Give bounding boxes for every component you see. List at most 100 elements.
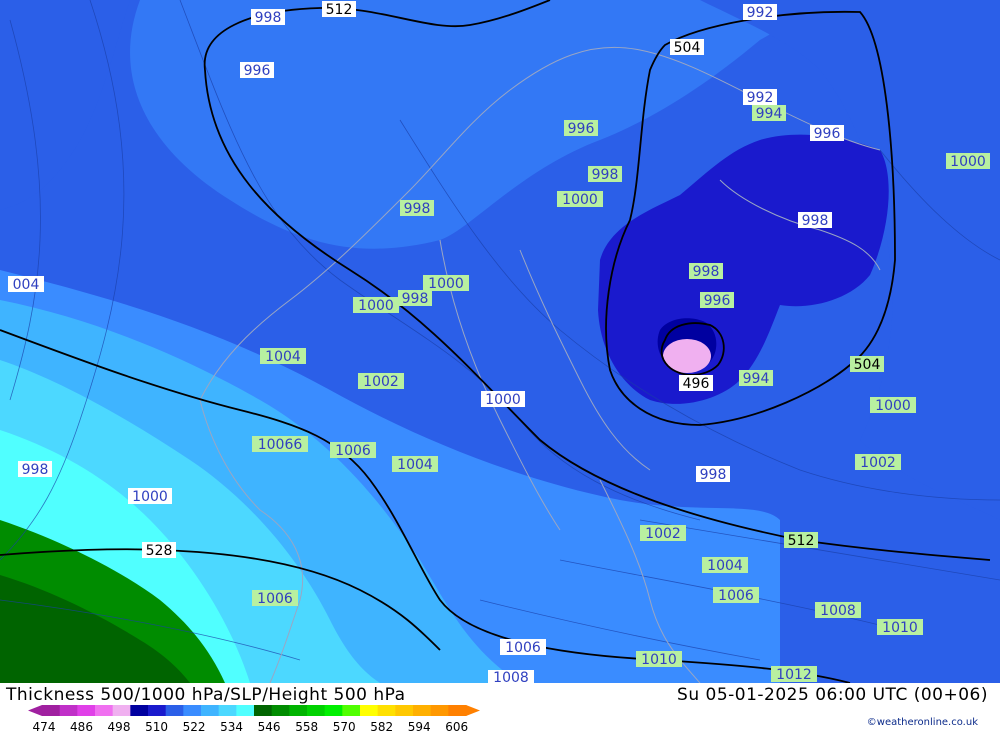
svg-text:996: 996: [568, 121, 595, 137]
legend-arrow-left: [28, 705, 42, 716]
map-footer: Thickness 500/1000 hPa/SLP/Height 500 hP…: [0, 683, 1000, 733]
svg-text:1000: 1000: [132, 489, 168, 505]
svg-text:992: 992: [747, 5, 774, 21]
isobar-label: 1004: [260, 348, 306, 365]
height-label: 512: [322, 1, 356, 18]
height-label: 512: [784, 532, 818, 549]
valid-time: Su 05-01-2025 06:00 UTC (00+06): [677, 685, 988, 705]
svg-text:528: 528: [146, 543, 173, 559]
legend-swatch: [448, 705, 467, 716]
isobar-label: 1006: [252, 590, 298, 607]
legend-swatch: [130, 705, 149, 716]
legend-arrow-right: [466, 705, 480, 716]
legend-swatch: [413, 705, 432, 716]
legend-tick-label: 474: [33, 720, 56, 733]
legend-swatch: [289, 705, 308, 716]
legend-swatch: [377, 705, 396, 716]
isobar-label: 1010: [636, 651, 682, 668]
svg-text:1004: 1004: [397, 457, 433, 473]
svg-text:004: 004: [13, 277, 40, 293]
isobar-label: 504: [850, 356, 884, 373]
legend-swatch: [42, 705, 61, 716]
legend-tick-label: 558: [295, 720, 318, 733]
weather-map: 512 504 504 496 528 512 998 996 992 992 …: [0, 0, 1000, 733]
svg-text:1008: 1008: [493, 670, 529, 683]
isobar-label: 994: [739, 370, 773, 387]
isobar-label: 1002: [358, 373, 404, 390]
isobar-label: 1000: [870, 397, 916, 414]
svg-text:1000: 1000: [428, 276, 464, 292]
isobar-label: 1000: [423, 275, 469, 292]
isobar-label: 1000: [481, 391, 525, 408]
legend-swatch: [201, 705, 220, 716]
isobar-label: 1004: [392, 456, 438, 473]
color-legend: 474 486 498 510 522 534 546 558 570 582 594 606: [28, 705, 480, 733]
svg-text:1006: 1006: [718, 588, 754, 604]
height-label: 528: [142, 542, 176, 559]
isobar-label: 998: [798, 212, 832, 229]
legend-tick-label: 522: [183, 720, 206, 733]
legend-tick-label: 510: [145, 720, 168, 733]
svg-text:1006: 1006: [257, 591, 293, 607]
legend-tick-label: 498: [108, 720, 131, 733]
legend-tick-label: 546: [258, 720, 281, 733]
height-label: 496: [679, 375, 713, 392]
svg-text:10066: 10066: [258, 437, 303, 453]
svg-text:512: 512: [788, 533, 815, 549]
svg-text:1000: 1000: [485, 392, 521, 408]
isobar-label: 994: [752, 105, 786, 122]
svg-text:996: 996: [814, 126, 841, 142]
legend-swatch: [218, 705, 237, 716]
svg-text:998: 998: [693, 264, 720, 280]
legend-swatch: [254, 705, 273, 716]
legend-swatch: [430, 705, 449, 716]
legend-tick-labels: 474 486 498 510 522 534 546 558 570 582 594 606: [33, 720, 469, 733]
credit-link[interactable]: ©weatheronline.co.uk: [867, 717, 978, 728]
isobar-label: 996: [700, 292, 734, 309]
svg-text:1002: 1002: [645, 526, 681, 542]
svg-text:1002: 1002: [860, 455, 896, 471]
isobar-label: 1006: [713, 587, 759, 604]
svg-text:1000: 1000: [562, 192, 598, 208]
isobar-label: 1004: [702, 557, 748, 574]
svg-text:998: 998: [802, 213, 829, 229]
isobar-label: 998: [696, 466, 730, 483]
svg-text:1002: 1002: [363, 374, 399, 390]
isobar-label: 004: [8, 276, 44, 293]
isobar-label: 1000: [128, 488, 172, 505]
legend-swatch: [77, 705, 96, 716]
isobar-label: 992: [743, 89, 777, 106]
isobar-label: 1010: [877, 619, 923, 636]
legend-tick-label: 486: [70, 720, 93, 733]
svg-text:504: 504: [854, 357, 881, 373]
isobar-label: 998: [400, 200, 434, 217]
svg-text:994: 994: [756, 106, 783, 122]
map-title: Thickness 500/1000 hPa/SLP/Height 500 hP…: [6, 685, 406, 705]
legend-swatch: [324, 705, 343, 716]
legend-swatch: [236, 705, 255, 716]
legend-swatch: [95, 705, 114, 716]
svg-text:1004: 1004: [707, 558, 743, 574]
legend-tick-label: 534: [220, 720, 243, 733]
legend-swatch: [395, 705, 414, 716]
svg-text:1006: 1006: [505, 640, 541, 656]
svg-text:1008: 1008: [820, 603, 856, 619]
svg-text:998: 998: [700, 467, 727, 483]
isobar-label: 998: [398, 290, 432, 307]
isobar-label: 1002: [855, 454, 901, 471]
isobar-label: 1000: [353, 297, 399, 314]
isobar-label: 1006: [500, 639, 546, 656]
svg-text:1000: 1000: [950, 154, 986, 170]
isobar-label: 996: [564, 120, 598, 137]
legend-swatch: [148, 705, 167, 716]
isobar-label: 1002: [640, 525, 686, 542]
isobar-label: 1006: [330, 442, 376, 459]
svg-text:996: 996: [704, 293, 731, 309]
legend-tick-label: 594: [408, 720, 431, 733]
svg-text:1000: 1000: [875, 398, 911, 414]
svg-text:1006: 1006: [335, 443, 371, 459]
legend-swatch: [271, 705, 290, 716]
svg-text:998: 998: [255, 10, 282, 26]
legend-swatch: [342, 705, 361, 716]
svg-text:998: 998: [402, 291, 429, 307]
